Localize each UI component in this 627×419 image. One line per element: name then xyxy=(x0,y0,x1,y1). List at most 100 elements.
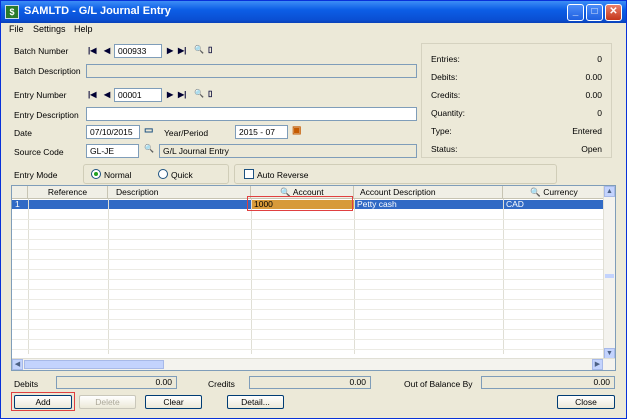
menu-settings[interactable]: Settings xyxy=(33,24,66,34)
description-header[interactable]: Description xyxy=(108,186,251,199)
grid-rowline xyxy=(12,249,606,250)
grid-divider xyxy=(108,199,109,354)
debits-total-label: Debits xyxy=(14,379,39,389)
menu-bar: File Settings Help xyxy=(1,23,626,37)
vertical-scrollbar[interactable]: ▲ ▼ xyxy=(603,186,615,360)
entries-value: 0 xyxy=(597,54,602,64)
grid-rowline xyxy=(12,269,606,270)
auto-reverse-checkbox[interactable] xyxy=(244,169,254,179)
entry-number-field[interactable]: 00001 xyxy=(114,88,162,102)
grid-rowline xyxy=(12,289,606,290)
grid-rowline xyxy=(12,349,606,350)
currency-cell[interactable]: CAD xyxy=(503,200,606,209)
first-entry-icon[interactable]: |◀ xyxy=(88,90,96,99)
entries-label: Entries: xyxy=(431,54,460,64)
year-period-field[interactable]: 2015 - 07 xyxy=(235,125,288,139)
debits-summary-value: 0.00 xyxy=(585,72,602,82)
grid-rowline xyxy=(12,219,606,220)
calendar-icon[interactable]: ▭ xyxy=(144,125,153,136)
prev-batch-icon[interactable]: ◀ xyxy=(104,46,110,55)
batch-description-label: Batch Description xyxy=(14,66,81,76)
next-batch-icon[interactable]: ▶ xyxy=(167,46,173,55)
out-of-balance-label: Out of Balance By xyxy=(404,379,473,389)
delete-button[interactable]: Delete xyxy=(79,395,136,409)
last-entry-icon[interactable]: ▶| xyxy=(178,90,186,99)
currency-header-label: Currency xyxy=(543,187,578,197)
journal-entry-window: $ SAMLTD - G/L Journal Entry _ □ ✕ File … xyxy=(0,0,627,419)
grid-rowline xyxy=(12,239,606,240)
row-num-header xyxy=(12,186,28,199)
close-button[interactable]: Close xyxy=(557,395,615,409)
entry-number-label: Entry Number xyxy=(14,90,67,100)
last-batch-icon[interactable]: ▶| xyxy=(178,46,186,55)
date-field[interactable]: 07/10/2015 xyxy=(86,125,140,139)
scroll-left-button[interactable]: ◀ xyxy=(12,359,23,370)
reference-cell[interactable] xyxy=(28,200,108,209)
title-bar: $ SAMLTD - G/L Journal Entry _ □ ✕ xyxy=(1,1,626,23)
grid-rowline xyxy=(12,339,606,340)
grid-rowline xyxy=(12,229,606,230)
mode-normal-label: Normal xyxy=(104,170,132,180)
close-window-button[interactable]: ✕ xyxy=(605,4,622,21)
out-of-balance-field: 0.00 xyxy=(481,376,615,389)
hscroll-thumb[interactable] xyxy=(24,360,164,369)
account-highlight-box xyxy=(247,196,353,211)
summary-panel: Entries: 0 Debits: 0.00 Credits: 0.00 Qu… xyxy=(421,43,612,158)
status-value: Open xyxy=(581,144,602,154)
entry-mode-label: Entry Mode xyxy=(14,170,58,180)
credits-summary-value: 0.00 xyxy=(585,90,602,100)
batch-number-label: Batch Number xyxy=(14,46,69,56)
source-code-description: G/L Journal Entry xyxy=(159,144,417,158)
first-batch-icon[interactable]: |◀ xyxy=(88,46,96,55)
scroll-up-button[interactable]: ▲ xyxy=(604,186,615,197)
period-calendar-icon[interactable]: ▣ xyxy=(292,125,301,136)
mode-quick-radio[interactable] xyxy=(158,169,168,179)
menu-file[interactable]: File xyxy=(9,24,24,34)
entry-finder-icon[interactable]: 🔍 xyxy=(194,89,204,98)
clear-button[interactable]: Clear xyxy=(145,395,202,409)
add-button[interactable]: Add xyxy=(14,395,72,409)
currency-header[interactable]: 🔍 Currency xyxy=(503,186,606,199)
mode-normal-radio[interactable] xyxy=(91,169,101,179)
prev-entry-icon[interactable]: ◀ xyxy=(104,90,110,99)
entry-description-field[interactable] xyxy=(86,107,417,121)
detail-button[interactable]: Detail... xyxy=(227,395,284,409)
entry-description-label: Entry Description xyxy=(14,110,79,120)
journal-detail-grid[interactable]: Reference Description 🔍 Account Account … xyxy=(11,185,616,371)
scroll-right-button[interactable]: ▶ xyxy=(592,359,603,370)
horizontal-scrollbar[interactable]: ◀ ▶ xyxy=(12,358,615,370)
minimize-button[interactable]: _ xyxy=(567,4,584,21)
scroll-thumb[interactable] xyxy=(605,274,614,278)
type-label: Type: xyxy=(431,126,452,136)
grid-rowline xyxy=(12,299,606,300)
credits-summary-label: Credits: xyxy=(431,90,461,100)
currency-finder-icon: 🔍 xyxy=(530,187,541,197)
debits-total-field: 0.00 xyxy=(56,376,177,389)
maximize-button[interactable]: □ xyxy=(586,4,603,21)
grid-rowline xyxy=(12,259,606,260)
new-entry-icon[interactable]: ▯ xyxy=(208,89,212,98)
quantity-label: Quantity: xyxy=(431,108,466,118)
auto-reverse-label: Auto Reverse xyxy=(257,170,309,180)
grid-rowline xyxy=(12,319,606,320)
account-description-header[interactable]: Account Description xyxy=(354,186,503,199)
next-entry-icon[interactable]: ▶ xyxy=(167,90,173,99)
batch-finder-icon[interactable]: 🔍 xyxy=(194,45,204,54)
credits-total-field: 0.00 xyxy=(249,376,371,389)
batch-number-field[interactable]: 000933 xyxy=(114,44,162,58)
reference-header[interactable]: Reference xyxy=(28,186,108,199)
grid-divider xyxy=(28,199,29,354)
row-number-cell: 1 xyxy=(15,200,20,209)
description-cell[interactable] xyxy=(108,200,251,209)
date-label: Date xyxy=(14,128,32,138)
source-code-label: Source Code xyxy=(14,147,64,157)
grid-rowline xyxy=(12,309,606,310)
account-description-cell: Petty cash xyxy=(357,200,397,209)
new-batch-icon[interactable]: ▯ xyxy=(208,45,212,54)
source-code-finder-icon[interactable]: 🔍 xyxy=(144,144,154,153)
grid-rowline xyxy=(12,279,606,280)
menu-help[interactable]: Help xyxy=(74,24,93,34)
source-code-field[interactable]: GL-JE xyxy=(86,144,139,158)
debits-summary-label: Debits: xyxy=(431,72,458,82)
quantity-value: 0 xyxy=(597,108,602,118)
